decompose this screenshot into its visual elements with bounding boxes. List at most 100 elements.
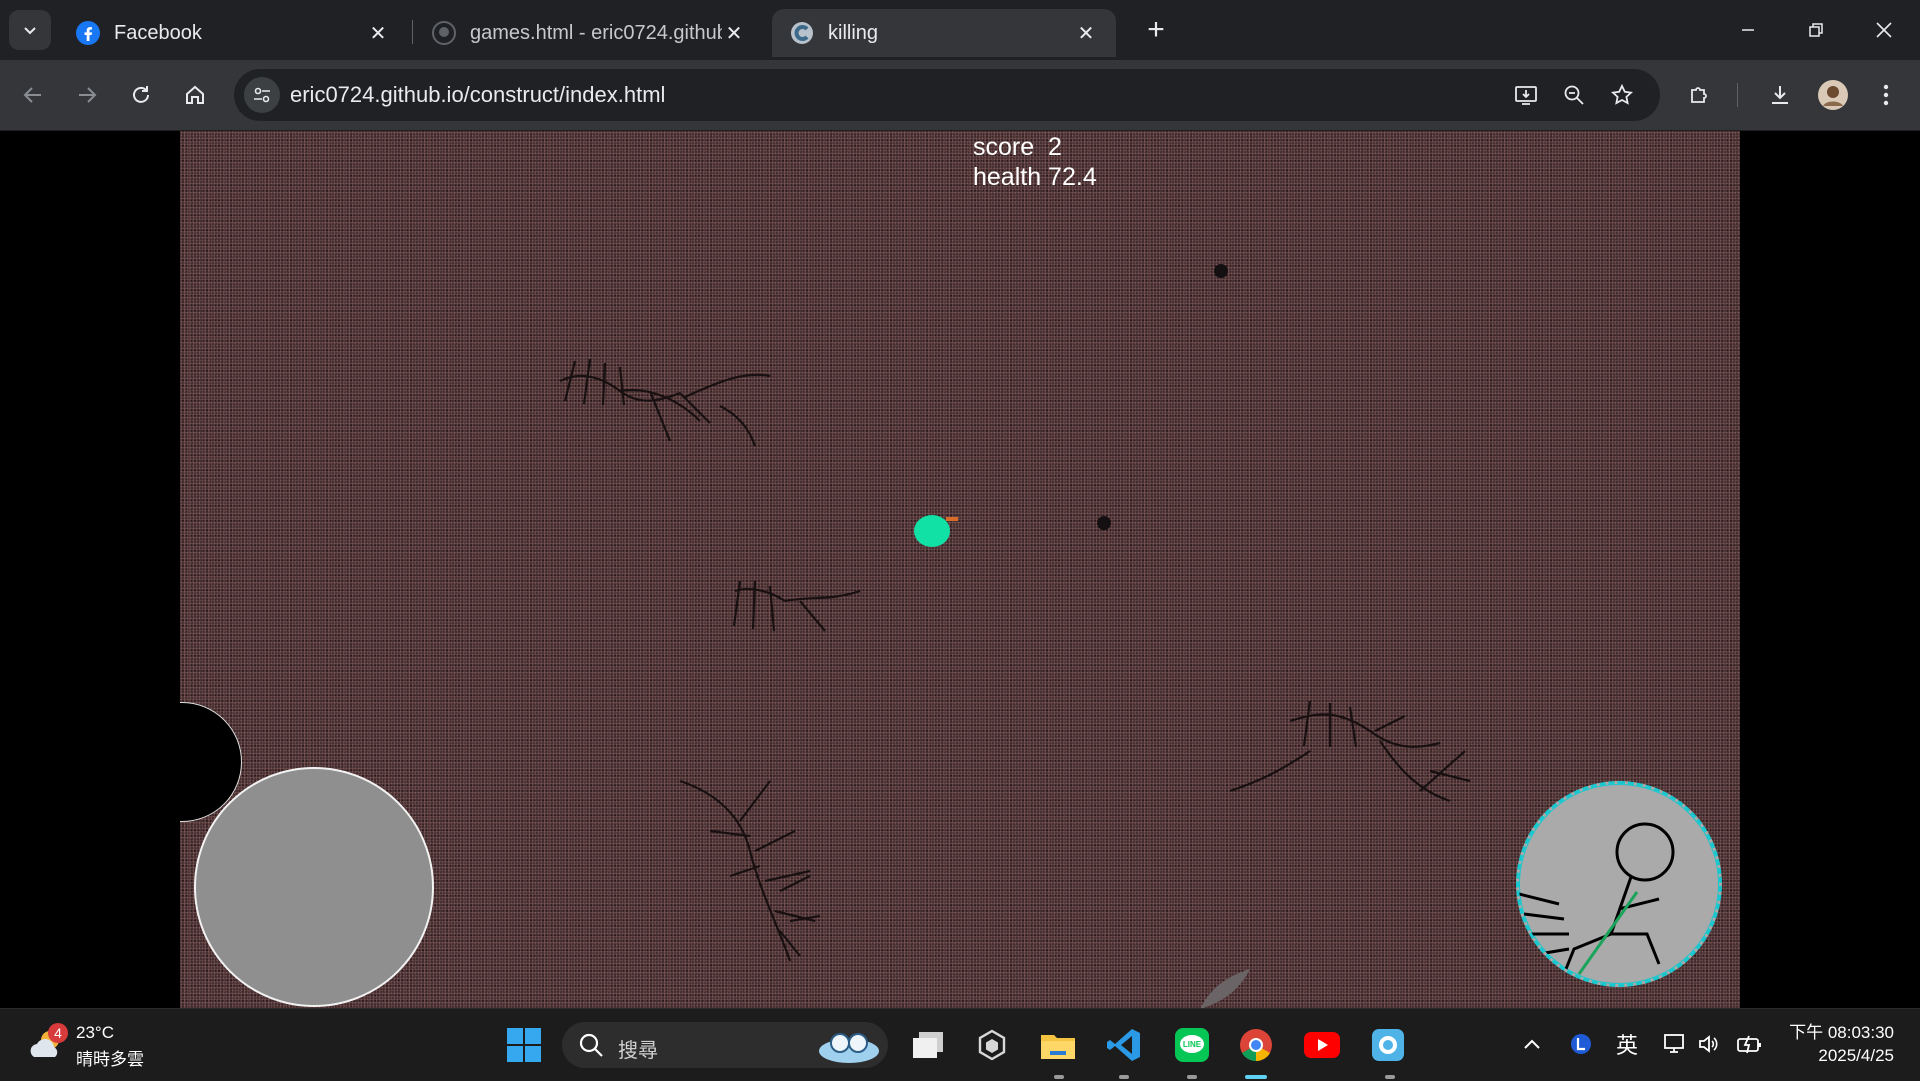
- notification-badge: 4: [48, 1023, 68, 1043]
- page-viewport: score 2 health 72.4: [0, 131, 1920, 1008]
- downloads-button[interactable]: [1760, 75, 1800, 115]
- weather-temperature: 23°C: [76, 1023, 114, 1042]
- chevron-down-icon: [24, 27, 36, 35]
- tab-search-button[interactable]: [9, 10, 51, 50]
- close-icon[interactable]: ✕: [366, 21, 390, 46]
- leaf-decoration: [1200, 969, 1250, 1008]
- speaker-icon: [1699, 1035, 1718, 1053]
- network-icon: [1664, 1034, 1684, 1053]
- tab-title: games.html - eric0724.github: [470, 21, 722, 44]
- address-bar[interactable]: eric0724.github.io/construct/index.html: [234, 69, 1660, 121]
- game-canvas[interactable]: score 2 health 72.4: [180, 131, 1740, 1008]
- install-icon: [1515, 86, 1537, 105]
- search-highlight-icon: [819, 1033, 879, 1063]
- menu-button[interactable]: [1866, 75, 1906, 115]
- minimize-button[interactable]: [1714, 0, 1782, 60]
- search-icon: [579, 1033, 603, 1057]
- show-hidden-icons-button[interactable]: [1517, 1029, 1547, 1059]
- chrome-icon: [1240, 1029, 1272, 1062]
- task-view-icon: [913, 1032, 943, 1058]
- home-button[interactable]: [175, 75, 215, 115]
- bookmark-button[interactable]: [1606, 79, 1638, 111]
- health-text: health 72.4: [973, 163, 1097, 191]
- system-clock[interactable]: 下午 08:03:30 2025/4/25: [1770, 1021, 1894, 1067]
- youtube-icon: [1304, 1032, 1340, 1058]
- game-hud: score 2 health 72.4: [973, 132, 1097, 192]
- volume-button[interactable]: [1694, 1029, 1724, 1059]
- clock-date: 2025/4/25: [1818, 1046, 1894, 1065]
- weather-condition: 晴時多雲: [76, 1050, 144, 1069]
- new-tab-button[interactable]: +: [1138, 12, 1174, 48]
- line-app[interactable]: LINE: [1168, 1021, 1216, 1069]
- toolbar-divider: [1737, 83, 1738, 107]
- back-button[interactable]: [13, 75, 53, 115]
- player: [914, 515, 950, 547]
- extensions-button[interactable]: [1680, 75, 1720, 115]
- close-icon: [1876, 22, 1892, 38]
- network-button[interactable]: [1660, 1029, 1690, 1059]
- tab-strip: Facebook ✕ games.html - eric0724.github …: [0, 0, 1920, 60]
- ime-indicator[interactable]: 英: [1612, 1029, 1642, 1059]
- construct-icon: [791, 22, 813, 44]
- zoom-button[interactable]: [1558, 79, 1590, 111]
- reload-icon: [133, 86, 149, 103]
- more-vert-icon: [1883, 84, 1889, 106]
- clock-time: 下午 08:03:30: [1789, 1023, 1894, 1042]
- taskbar-search[interactable]: 搜尋: [562, 1022, 888, 1068]
- close-window-button[interactable]: [1850, 0, 1918, 60]
- close-icon[interactable]: ✕: [1074, 21, 1098, 46]
- profile-button[interactable]: [1813, 75, 1853, 115]
- browser-toolbar: eric0724.github.io/construct/index.html: [0, 60, 1920, 131]
- download-icon: [1772, 86, 1788, 104]
- star-icon: [1610, 83, 1634, 105]
- tab-killing[interactable]: killing ✕: [772, 9, 1116, 57]
- weather-widget[interactable]: 4 23°C 晴時多雲: [24, 1019, 164, 1071]
- battery-charging-icon: [1737, 1035, 1761, 1054]
- avatar: [1818, 80, 1848, 110]
- app-running-indicator: [1054, 1075, 1064, 1079]
- restore-button[interactable]: [1782, 0, 1850, 60]
- zoom-out-icon: [1564, 85, 1584, 105]
- app-running-indicator: [1119, 1075, 1129, 1079]
- search-placeholder: 搜尋: [618, 1040, 658, 1062]
- tab-title: killing: [828, 21, 879, 44]
- vscode-icon: [1107, 1029, 1140, 1061]
- movement-joystick[interactable]: [194, 767, 434, 1007]
- site-info-button[interactable]: [244, 77, 280, 113]
- youtube-app[interactable]: [1298, 1021, 1346, 1069]
- tab-title: Facebook: [114, 21, 202, 44]
- dash-skill-button[interactable]: [1516, 781, 1722, 987]
- restore-icon: [1809, 23, 1823, 37]
- tray-app-l[interactable]: [1566, 1029, 1596, 1059]
- forward-button[interactable]: [67, 75, 107, 115]
- task-view-button[interactable]: [904, 1021, 952, 1069]
- file-explorer-app[interactable]: [1034, 1021, 1082, 1069]
- reload-button[interactable]: [121, 75, 161, 115]
- battery-button[interactable]: [1734, 1029, 1764, 1059]
- facebook-icon: [76, 21, 100, 45]
- snipping-tool-app[interactable]: [1364, 1021, 1412, 1069]
- taskbar: 4 23°C 晴時多雲 搜尋 LINE 英 下午 08:03:30 2025/4…: [0, 1008, 1920, 1081]
- folder-icon: [1041, 1035, 1075, 1059]
- install-app-button[interactable]: [1510, 79, 1542, 111]
- chrome-app[interactable]: [1232, 1021, 1280, 1069]
- score-text: score 2: [973, 133, 1062, 161]
- github-icon: [432, 21, 456, 45]
- line-icon: LINE: [1175, 1028, 1209, 1062]
- app-running-indicator: [1385, 1075, 1395, 1079]
- tab-divider: [412, 20, 413, 44]
- start-button[interactable]: [500, 1021, 548, 1069]
- app-running-indicator: [1187, 1075, 1197, 1079]
- close-icon[interactable]: ✕: [722, 21, 746, 46]
- puzzle-icon: [1691, 87, 1707, 103]
- snipping-icon: [1372, 1029, 1404, 1061]
- unity-hub-app[interactable]: [968, 1021, 1016, 1069]
- vscode-app[interactable]: [1100, 1021, 1148, 1069]
- dash-stickman-icon: [1519, 822, 1675, 975]
- arrow-left-icon: [23, 87, 41, 103]
- tab-facebook[interactable]: Facebook ✕: [58, 9, 408, 57]
- app-active-indicator: [1245, 1075, 1267, 1079]
- tab-games[interactable]: games.html - eric0724.github ✕: [414, 9, 764, 57]
- windows-icon: [507, 1028, 541, 1062]
- tune-icon: [254, 87, 270, 103]
